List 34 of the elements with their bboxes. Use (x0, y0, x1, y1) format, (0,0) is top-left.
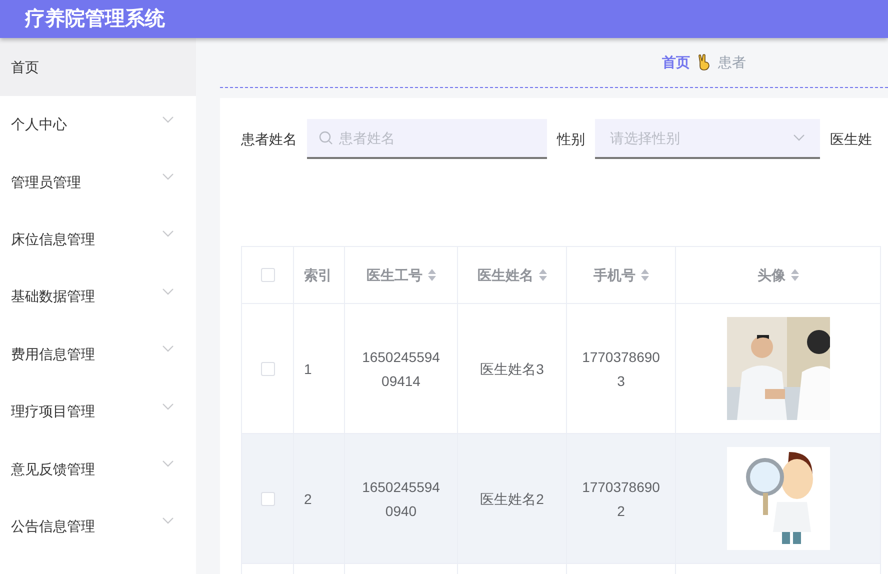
table-cell-text: 1650245594 0940 (362, 478, 440, 520)
chevron-down-icon (162, 230, 174, 238)
search-icon (319, 131, 333, 145)
chevron-down-icon (162, 517, 174, 526)
table-cell-text: 1 (304, 360, 312, 378)
hand-icon (698, 54, 710, 71)
chevron-down-icon (793, 134, 805, 142)
table-cell-text: 1770378690 2 (582, 478, 660, 520)
sort-icon[interactable] (538, 269, 546, 281)
sidebar-item[interactable]: 首页 (0, 38, 196, 96)
app-title: 疗养院管理系统 (25, 6, 165, 32)
sort-icon[interactable] (790, 269, 798, 281)
table-cell-text: 医生姓名2 (480, 490, 544, 508)
chevron-down-icon (162, 288, 174, 296)
sort-icon[interactable] (428, 269, 436, 281)
breadcrumb-link[interactable]: 首页 (662, 52, 690, 73)
filter-label: 性别 (557, 130, 585, 148)
table-cell-text: 医生姓名3 (480, 360, 544, 378)
checkbox[interactable] (260, 268, 274, 282)
sort-icon[interactable] (640, 269, 648, 281)
chevron-down-icon (162, 173, 174, 182)
search-field[interactable]: 患者姓名 (307, 119, 547, 159)
table-cell-text: 1770378690 3 (582, 348, 660, 390)
chevron-down-icon (162, 402, 174, 411)
filter-label: 医生姓 (830, 130, 872, 148)
chevron-down-icon (162, 460, 174, 468)
table-cell-text: 1650245594 09414 (362, 348, 440, 390)
checkbox[interactable] (260, 492, 274, 506)
checkbox[interactable] (260, 362, 274, 376)
table-cell-text: 2 (304, 490, 312, 508)
filter-label: 患者姓名 (241, 130, 297, 148)
search-input[interactable]: 患者姓名 (339, 128, 529, 148)
chevron-down-icon (162, 345, 174, 354)
chevron-down-icon (162, 116, 174, 124)
